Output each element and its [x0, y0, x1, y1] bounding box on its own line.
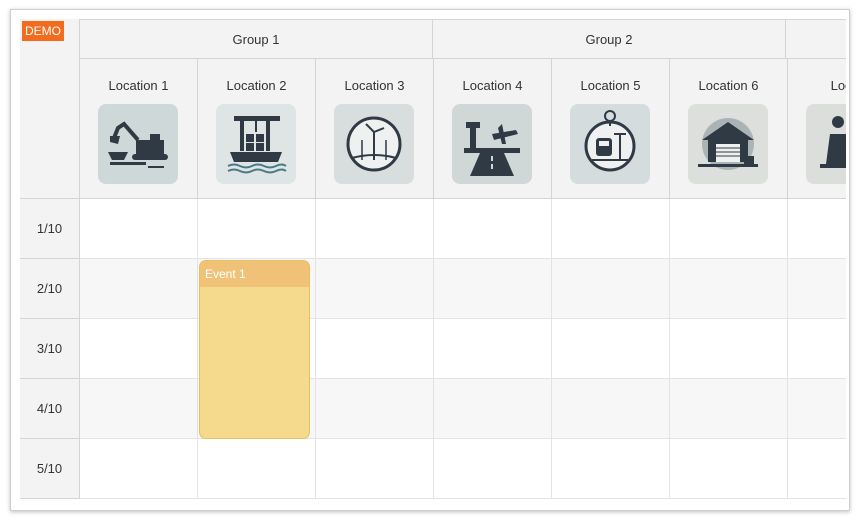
location-header-6[interactable]: Location 6	[670, 59, 788, 199]
grid-cell[interactable]	[316, 379, 434, 439]
grid-cell[interactable]	[670, 319, 788, 379]
grid-cell[interactable]	[552, 319, 670, 379]
row-header[interactable]: 3/10	[20, 319, 80, 379]
grid-cell[interactable]	[316, 199, 434, 259]
scheduler: DEMO Group 1 Group 2 Location 1 Location…	[20, 19, 846, 506]
airport-icon	[452, 104, 532, 184]
grid-cell[interactable]	[788, 319, 846, 379]
location-label: Location 1	[108, 78, 169, 93]
group-label: Group 2	[585, 31, 633, 47]
grid-area: Group 1 Group 2 Location 1 Location 2 Lo…	[80, 19, 846, 506]
grid-cell[interactable]	[198, 439, 316, 499]
grid-cell[interactable]	[552, 259, 670, 319]
grid-cell[interactable]	[552, 199, 670, 259]
grid-cell[interactable]	[316, 319, 434, 379]
location-label: Location 3	[344, 78, 405, 93]
grid-cell[interactable]	[434, 439, 552, 499]
location-header-3[interactable]: Location 3	[316, 59, 434, 199]
location-header-1[interactable]: Location 1	[80, 59, 198, 199]
row-header[interactable]: 2/10	[20, 259, 80, 319]
train-station-icon	[570, 104, 650, 184]
row-header[interactable]: 4/10	[20, 379, 80, 439]
power-plant-icon	[806, 104, 846, 184]
location-header-7[interactable]: Locat	[788, 59, 846, 199]
grid-cell[interactable]	[434, 199, 552, 259]
event-block[interactable]: Event 1	[199, 260, 310, 439]
grid-cell[interactable]	[198, 199, 316, 259]
location-label: Location 2	[226, 78, 287, 93]
location-label: Location 6	[698, 78, 759, 93]
group-header-row: Group 1 Group 2	[80, 19, 846, 59]
grid-cell[interactable]	[434, 319, 552, 379]
grid-cell[interactable]	[434, 259, 552, 319]
group-header-3[interactable]	[786, 19, 846, 59]
grid-cell[interactable]	[670, 259, 788, 319]
grid-cell[interactable]	[316, 259, 434, 319]
grid-cell[interactable]	[316, 439, 434, 499]
location-label: Locat	[830, 78, 846, 93]
location-header-row: Location 1 Location 2 Location 3 Locatio…	[80, 59, 846, 199]
grid-cell[interactable]	[80, 199, 198, 259]
excavator-icon	[98, 104, 178, 184]
wind-turbine-icon	[334, 104, 414, 184]
group-header-2[interactable]: Group 2	[433, 19, 786, 59]
scheduler-frame: DEMO Group 1 Group 2 Location 1 Location…	[10, 9, 850, 511]
grid-cell[interactable]	[670, 199, 788, 259]
grid-cell[interactable]	[788, 439, 846, 499]
grid-cell[interactable]	[670, 379, 788, 439]
row-label: 1/10	[36, 221, 63, 236]
location-header-5[interactable]: Location 5	[552, 59, 670, 199]
grid-cell[interactable]	[80, 319, 198, 379]
location-label: Location 4	[462, 78, 523, 93]
grid-cell[interactable]	[80, 259, 198, 319]
grid-cell[interactable]	[788, 259, 846, 319]
grid-cell[interactable]	[80, 379, 198, 439]
location-header-4[interactable]: Location 4	[434, 59, 552, 199]
grid-cell[interactable]	[788, 379, 846, 439]
row-label: 2/10	[36, 281, 63, 296]
row-header[interactable]: 1/10	[20, 199, 80, 259]
port-crane-icon	[216, 104, 296, 184]
event-label: Event 1	[205, 267, 246, 281]
event-header[interactable]: Event 1	[200, 261, 309, 287]
grid-cell[interactable]	[434, 379, 552, 439]
grid-cell[interactable]	[552, 439, 670, 499]
group-label: Group 1	[232, 31, 280, 47]
grid-cell[interactable]	[670, 439, 788, 499]
location-label: Location 5	[580, 78, 641, 93]
row-label: 5/10	[36, 461, 63, 476]
grid-cell[interactable]	[552, 379, 670, 439]
warehouse-icon	[688, 104, 768, 184]
corner-header: DEMO	[20, 19, 80, 199]
grid-cell[interactable]	[788, 199, 846, 259]
group-header-1[interactable]: Group 1	[80, 19, 433, 59]
row-label: 4/10	[36, 401, 63, 416]
demo-badge: DEMO	[22, 21, 64, 41]
location-header-2[interactable]: Location 2	[198, 59, 316, 199]
row-header[interactable]: 5/10	[20, 439, 80, 499]
grid-cell[interactable]	[80, 439, 198, 499]
row-label: 3/10	[36, 341, 63, 356]
